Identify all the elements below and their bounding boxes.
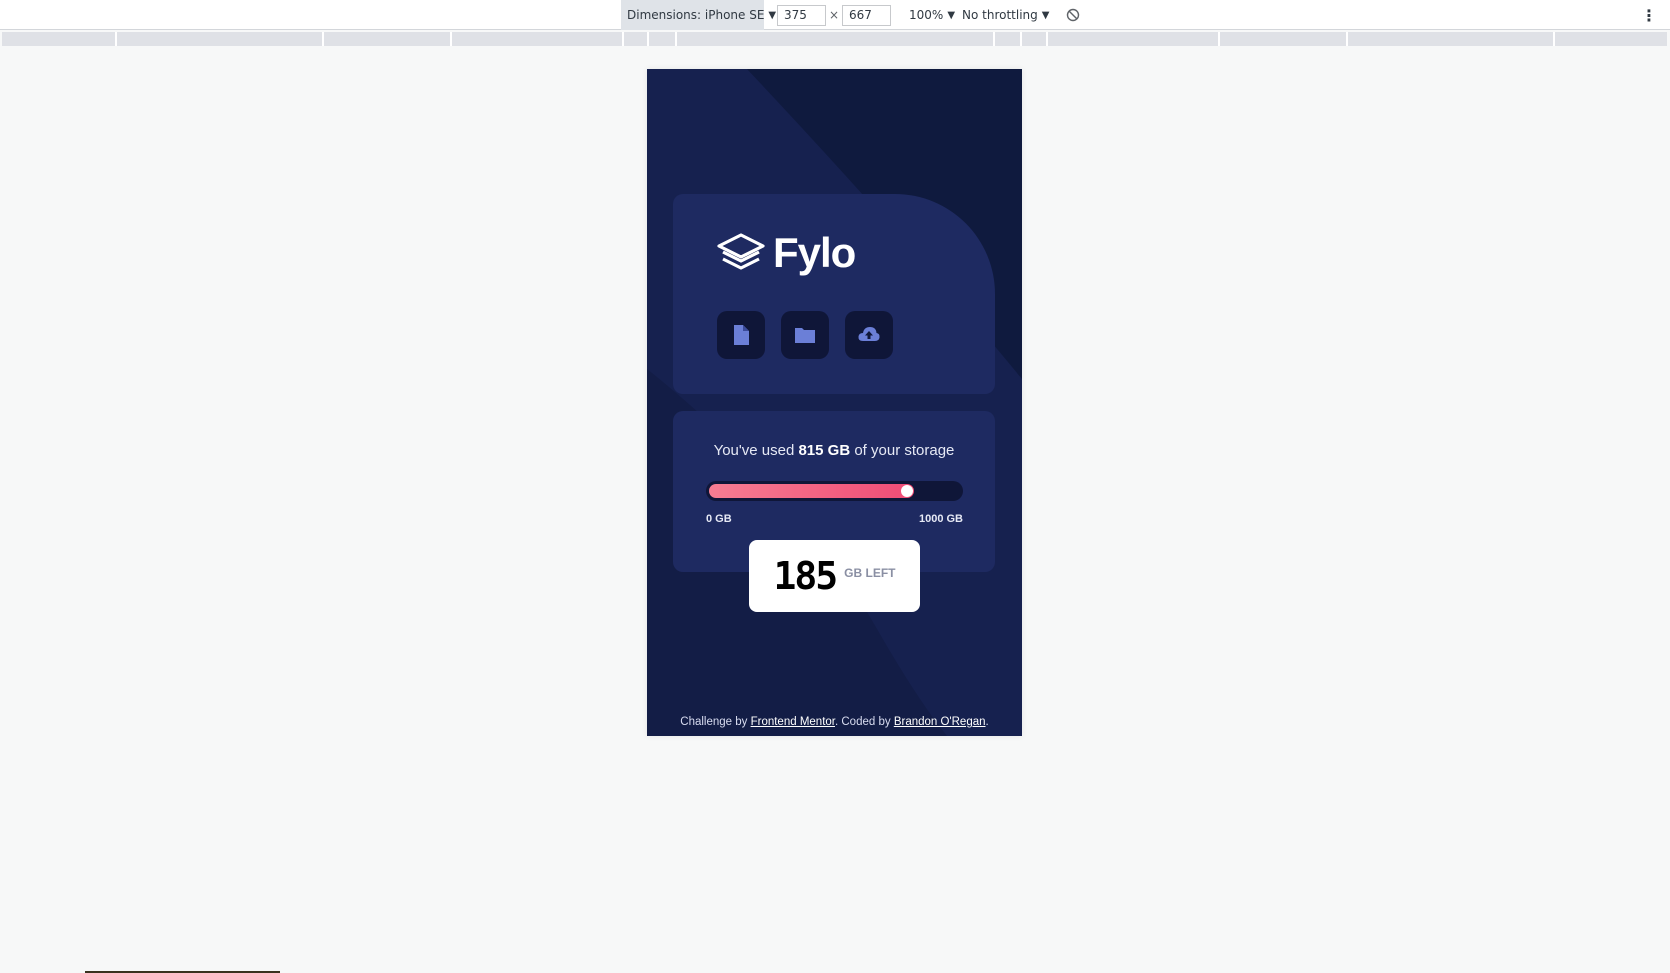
zoom-select-label: 100% bbox=[909, 8, 944, 22]
device-select[interactable]: Dimensions: iPhone SE ▼ bbox=[621, 0, 776, 30]
ruler-divider bbox=[622, 32, 624, 46]
frontend-mentor-link[interactable]: Frontend Mentor bbox=[751, 716, 835, 728]
chevron-down-icon: ▼ bbox=[947, 9, 956, 21]
height-input[interactable]: 667 bbox=[842, 5, 891, 26]
chevron-down-icon: ▼ bbox=[1041, 9, 1050, 21]
document-icon bbox=[734, 325, 749, 345]
folder-icon bbox=[795, 328, 815, 343]
ruler-divider bbox=[993, 32, 995, 46]
times-symbol: × bbox=[829, 8, 840, 22]
width-input[interactable]: 375 bbox=[777, 5, 826, 26]
attribution-prefix: Challenge by bbox=[680, 716, 751, 728]
upload-button[interactable] bbox=[845, 311, 893, 359]
attribution-suffix: . bbox=[985, 716, 989, 728]
progress-fill bbox=[709, 484, 914, 498]
ruler-divider bbox=[1553, 32, 1555, 46]
zoom-select[interactable]: 100% ▼ bbox=[909, 0, 955, 30]
usage-prefix: You've used bbox=[713, 442, 799, 459]
rotate-icon[interactable] bbox=[1066, 0, 1082, 30]
throttle-select[interactable]: No throttling ▼ bbox=[962, 0, 1049, 30]
background-shape bbox=[647, 69, 1022, 736]
phone-viewport: Fylo You've used 815 GB of your storage … bbox=[647, 69, 1022, 736]
logo-card: Fylo bbox=[673, 194, 995, 394]
progress-knob bbox=[901, 485, 913, 497]
bar-max-label: 1000 GB bbox=[918, 513, 963, 525]
attribution-middle: . Coded by bbox=[834, 716, 894, 728]
ruler-divider bbox=[675, 32, 677, 46]
logo: Fylo bbox=[717, 229, 856, 276]
storage-progress-bar bbox=[706, 481, 963, 501]
storage-left-unit: GB LEFT bbox=[844, 566, 896, 580]
ruler-divider bbox=[450, 32, 452, 46]
ruler-divider bbox=[1346, 32, 1348, 46]
media-query-ruler[interactable] bbox=[2, 32, 1667, 46]
bar-min-label: 0 GB bbox=[706, 513, 732, 525]
storage-left-value: 185 bbox=[773, 554, 839, 598]
layers-icon bbox=[717, 233, 765, 270]
ruler-divider bbox=[1218, 32, 1220, 46]
chevron-down-icon: ▼ bbox=[768, 9, 777, 21]
ruler-divider bbox=[1020, 32, 1022, 46]
throttle-select-label: No throttling bbox=[962, 8, 1038, 22]
action-icons bbox=[717, 311, 893, 359]
ruler-divider bbox=[1046, 32, 1048, 46]
ruler-divider bbox=[647, 32, 649, 46]
storage-left-badge: 185 GB LEFT bbox=[749, 540, 920, 612]
ruler-divider bbox=[322, 32, 324, 46]
upload-icon bbox=[858, 327, 880, 341]
folder-button[interactable] bbox=[781, 311, 829, 359]
device-toolbar: Dimensions: iPhone SE ▼ 375 × 667 100% ▼… bbox=[0, 0, 1670, 30]
document-button[interactable] bbox=[717, 311, 765, 359]
attribution: Challenge by Frontend Mentor. Coded by B… bbox=[647, 716, 1022, 728]
more-options-icon[interactable]: ⋮ bbox=[1641, 0, 1657, 30]
device-select-label: Dimensions: iPhone SE bbox=[627, 8, 765, 22]
usage-text: You've used 815 GB of your storage bbox=[673, 442, 995, 459]
usage-suffix: of your storage bbox=[850, 442, 955, 459]
ruler-divider bbox=[115, 32, 117, 46]
logo-text: Fylo bbox=[773, 229, 856, 276]
author-link[interactable]: Brandon O'Regan bbox=[894, 716, 986, 728]
usage-amount: 815 GB bbox=[798, 442, 851, 459]
